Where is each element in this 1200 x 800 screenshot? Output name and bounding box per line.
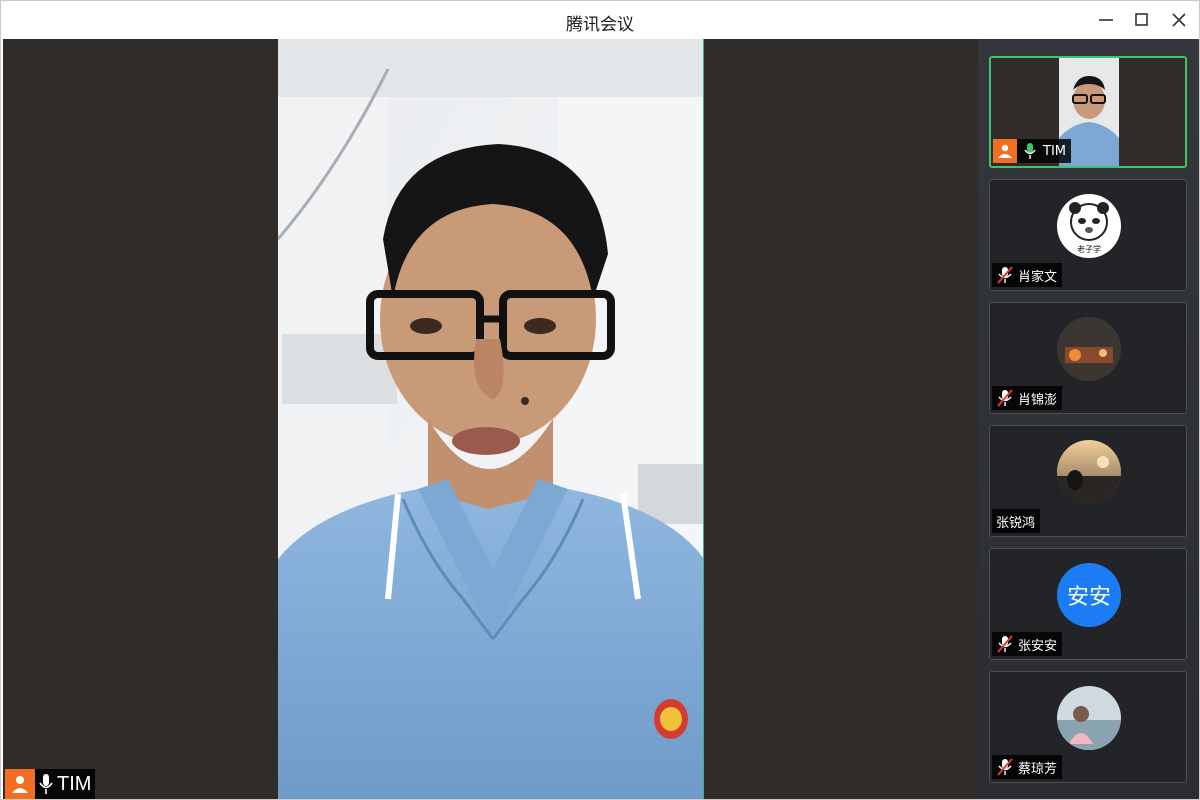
participant-tile-xiaojinpeng[interactable]: 肖锦澎	[989, 302, 1187, 414]
speaker-video-frame	[278, 39, 703, 799]
participant-label: 肖锦澎	[992, 386, 1063, 410]
participants-sidebar[interactable]: TIM 老子学 肖家文 肖锦澎 张锐鸿 安安 张安安 蔡琼芳	[978, 39, 1199, 799]
main-speaker-video[interactable]	[278, 39, 704, 799]
microphone-muted-icon	[992, 755, 1018, 779]
participant-name: 蔡琼芳	[1018, 761, 1058, 777]
participant-label: 张安安	[992, 632, 1063, 656]
participant-name: 肖家文	[1018, 269, 1058, 285]
user-avatar-icon	[5, 769, 35, 799]
participant-tile-tim[interactable]: TIM	[989, 56, 1187, 168]
sunset-photo-avatar	[1057, 440, 1121, 504]
close-icon	[1172, 13, 1186, 27]
participant-label: 蔡琼芳	[992, 755, 1063, 779]
main-speaker-name: TIM	[57, 772, 92, 795]
participant-label: TIM	[993, 139, 1071, 163]
participant-tile-zhanganan[interactable]: 安安 张安安	[989, 548, 1187, 660]
microphone-icon	[35, 771, 57, 797]
meeting-content: TIM TIM 老子学 肖家文 肖锦澎 张锐鸿 安安 张安安 蔡琼芳	[3, 39, 1199, 799]
main-speaker-badge: TIM	[5, 769, 96, 799]
participant-name: 张锐鸿	[996, 515, 1036, 531]
participant-label: 肖家文	[992, 263, 1063, 287]
participant-name: 肖锦澎	[1018, 392, 1058, 408]
seaside-photo-avatar	[1057, 686, 1121, 750]
microphone-muted-icon	[992, 386, 1018, 410]
room-photo-avatar	[1057, 317, 1121, 381]
close-button[interactable]	[1164, 7, 1194, 33]
participant-name: 张安安	[1018, 638, 1058, 654]
microphone-muted-icon	[992, 632, 1018, 656]
minimize-button[interactable]	[1091, 7, 1121, 33]
text-avatar: 安安	[1057, 563, 1121, 627]
participant-label: 张锐鸿	[992, 509, 1041, 533]
microphone-on-icon	[1017, 139, 1043, 163]
avatar-caption: 老子学	[1077, 245, 1101, 254]
participant-tile-caiqiongfang[interactable]: 蔡琼芳	[989, 671, 1187, 783]
maximize-button[interactable]	[1127, 7, 1157, 33]
title-bar[interactable]: 腾讯会议	[1, 1, 1199, 39]
main-video-stage[interactable]: TIM	[3, 39, 978, 799]
window-title: 腾讯会议	[566, 15, 634, 35]
panda-meme-avatar: 老子学	[1057, 194, 1121, 258]
maximize-icon	[1135, 13, 1148, 26]
participant-tile-zhangruihong[interactable]: 张锐鸿	[989, 425, 1187, 537]
minimize-icon	[1099, 19, 1113, 21]
app-window: 腾讯会议 TIM TIM 老子学 肖家文 肖锦澎 张锐鸿 安安 张安安 蔡琼芳	[0, 0, 1200, 800]
user-avatar-icon	[993, 139, 1017, 163]
microphone-muted-icon	[992, 263, 1018, 287]
participant-tile-xiaojiawen[interactable]: 老子学 肖家文	[989, 179, 1187, 291]
participant-name: TIM	[1043, 143, 1066, 159]
